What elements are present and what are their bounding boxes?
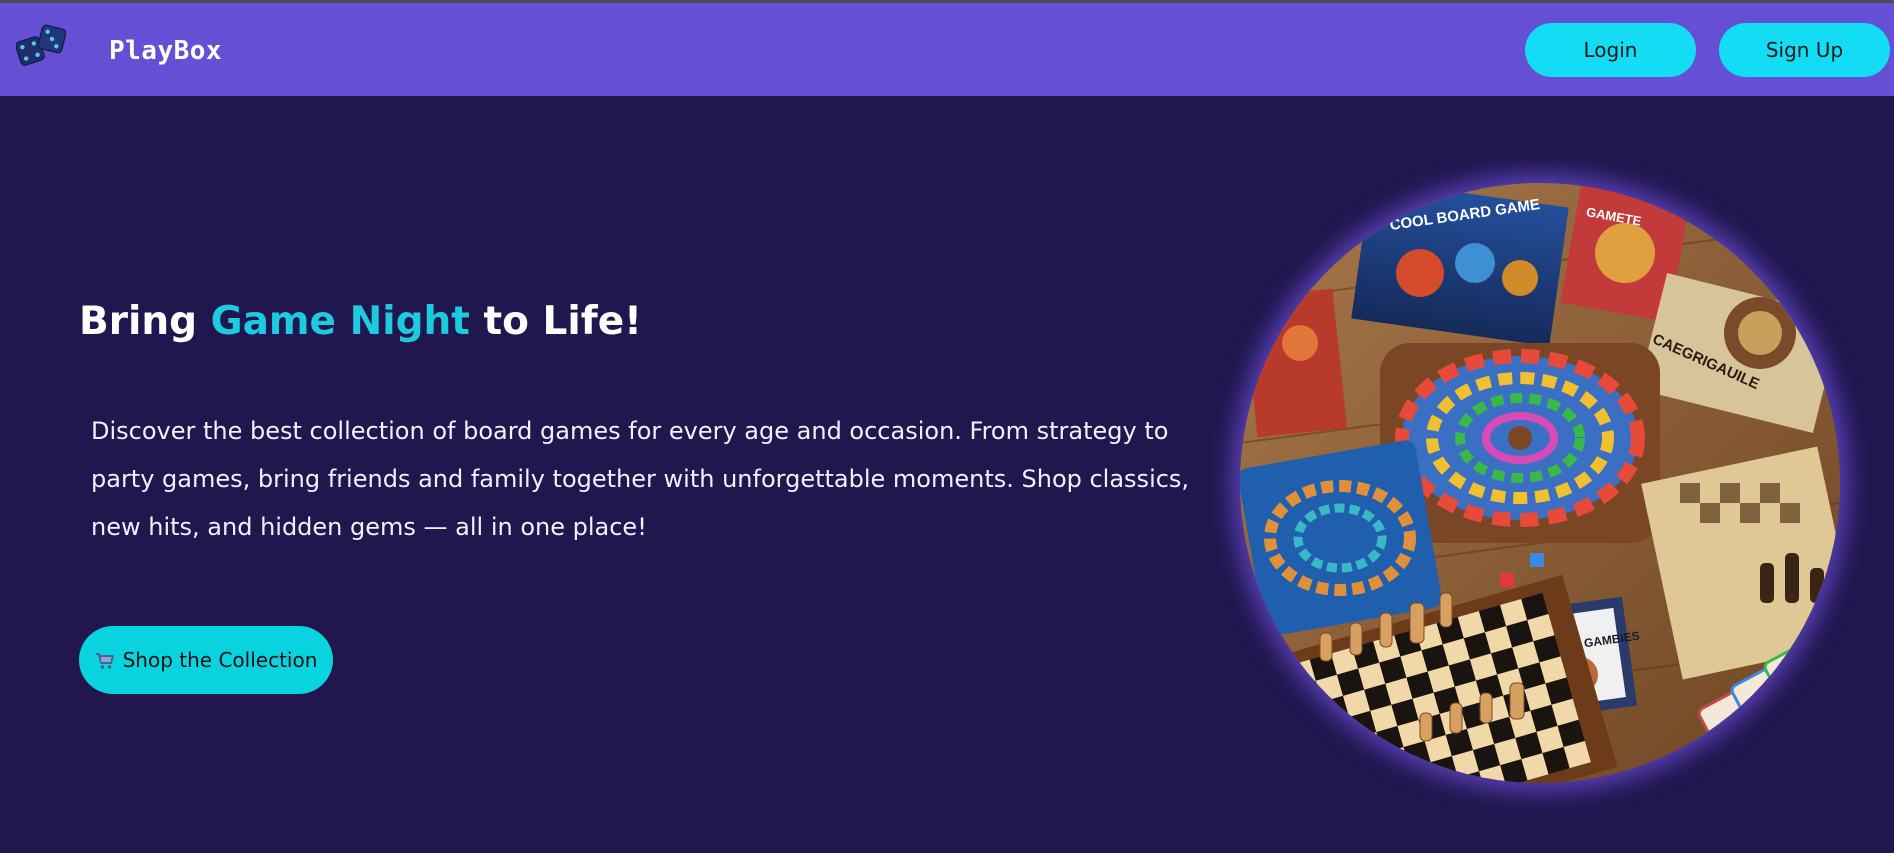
brand-name[interactable]: PlayBox: [109, 36, 222, 66]
signup-button[interactable]: Sign Up: [1719, 23, 1890, 77]
hero-title-accent: Game Night: [210, 299, 470, 344]
shop-collection-button[interactable]: Shop the Collection: [79, 626, 333, 694]
hero-title-start: Bring: [79, 299, 211, 344]
shopping-cart-icon: [95, 651, 115, 669]
hero-description: Discover the best collection of board ga…: [91, 417, 1190, 541]
board-games-image: COOL BOARD GAME GAMETE CAEGRIGAUILE YOUT…: [1240, 183, 1840, 783]
navbar: PlayBox Login Sign Up: [0, 3, 1894, 96]
hero-title: Bring Game Night to Life!: [79, 299, 642, 344]
shop-collection-label: Shop the Collection: [122, 648, 318, 672]
dice-icon[interactable]: [15, 23, 67, 67]
hero-title-end: to Life!: [469, 299, 642, 344]
login-button[interactable]: Login: [1525, 23, 1696, 77]
